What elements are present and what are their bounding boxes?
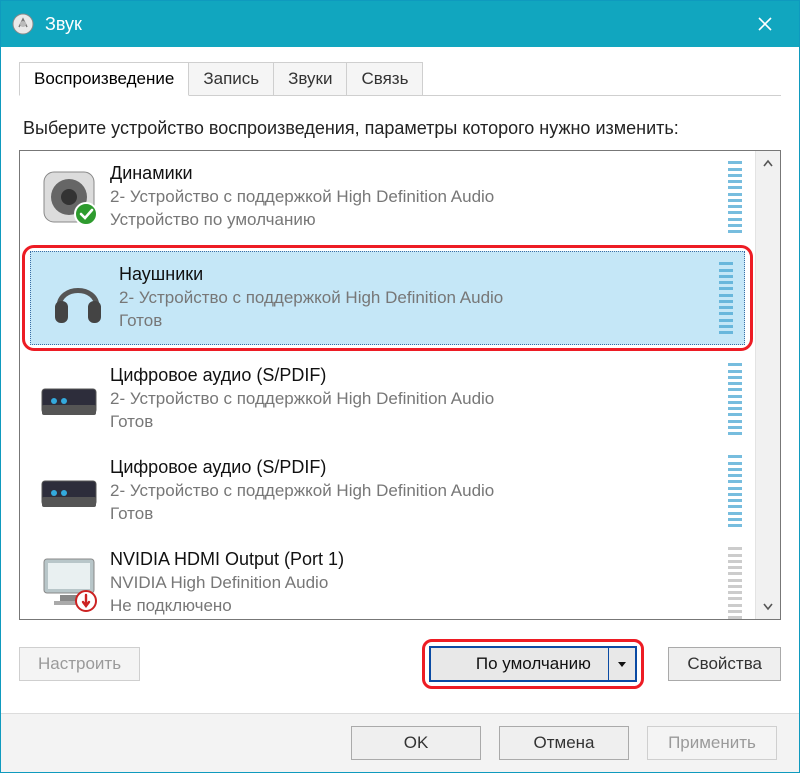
device-status: Готов [119,310,714,333]
scroll-down-button[interactable] [756,593,780,619]
spdif-icon [28,451,110,531]
device-name: Наушники [119,262,714,286]
spdif-icon [28,359,110,439]
device-desc: 2- Устройство с поддержкой High Definiti… [110,186,723,209]
level-meter [723,157,747,237]
dialog-body: Воспроизведение Запись Звуки Связь Выбер… [1,47,799,693]
apply-button[interactable]: Применить [647,726,777,760]
device-desc: 2- Устройство с поддержкой High Definiti… [110,480,723,503]
properties-button[interactable]: Свойства [668,647,781,681]
device-name: NVIDIA HDMI Output (Port 1) [110,547,723,571]
speaker-icon [28,157,110,237]
app-icon [11,12,35,36]
level-meter [723,451,747,531]
device-row-spdif-2[interactable]: Цифровое аудио (S/PDIF) 2- Устройство с … [20,445,755,537]
level-meter [723,543,747,619]
device-desc: 2- Устройство с поддержкой High Definiti… [119,287,714,310]
device-status: Готов [110,503,723,526]
tab-playback[interactable]: Воспроизведение [19,62,189,96]
device-list-frame: Динамики 2- Устройство с поддержкой High… [19,150,781,620]
tab-communications[interactable]: Связь [346,62,423,95]
level-meter [714,258,738,338]
device-status: Не подключено [110,595,723,618]
chevron-up-icon [763,159,773,169]
device-row-speakers[interactable]: Динамики 2- Устройство с поддержкой High… [20,151,755,243]
tab-recording[interactable]: Запись [188,62,274,95]
configure-button[interactable]: Настроить [19,647,140,681]
device-name: Цифровое аудио (S/PDIF) [110,455,723,479]
cancel-button[interactable]: Отмена [499,726,629,760]
device-name: Цифровое аудио (S/PDIF) [110,363,723,387]
set-default-button[interactable]: По умолчанию [429,646,637,682]
monitor-icon [28,543,110,619]
scrollbar[interactable] [755,151,780,619]
ok-button[interactable]: OK [351,726,481,760]
device-desc: 2- Устройство с поддержкой High Definiti… [110,388,723,411]
dialog-footer: OK Отмена Применить [1,713,799,772]
device-list[interactable]: Динамики 2- Устройство с поддержкой High… [20,151,755,619]
window-title: Звук [45,14,735,35]
device-row-hdmi[interactable]: NVIDIA HDMI Output (Port 1) NVIDIA High … [20,537,755,619]
set-default-label: По умолчанию [476,654,591,674]
close-icon [757,16,773,32]
device-status: Устройство по умолчанию [110,209,723,232]
scroll-track[interactable] [756,177,780,593]
level-meter [723,359,747,439]
tab-sounds[interactable]: Звуки [273,62,347,95]
device-status: Готов [110,411,723,434]
set-default-dropdown[interactable] [608,648,635,680]
chevron-down-icon [763,601,773,611]
device-row-spdif-1[interactable]: Цифровое аудио (S/PDIF) 2- Устройство с … [20,353,755,445]
device-buttons-row: Настроить По умолчанию Свойства [19,644,781,684]
instruction-text: Выберите устройство воспроизведения, пар… [23,116,779,140]
set-default-highlight: По умолчанию [422,639,644,689]
chevron-down-icon [617,659,627,669]
scroll-up-button[interactable] [756,151,780,177]
sound-window: Звук Воспроизведение Запись Звуки Связь … [0,0,800,773]
tab-strip: Воспроизведение Запись Звуки Связь [19,57,781,96]
headphones-icon [37,258,119,338]
titlebar[interactable]: Звук [1,1,799,47]
close-button[interactable] [735,1,795,47]
device-desc: NVIDIA High Definition Audio [110,572,723,595]
device-row-headphones[interactable]: Наушники 2- Устройство с поддержкой High… [22,245,753,351]
device-name: Динамики [110,161,723,185]
